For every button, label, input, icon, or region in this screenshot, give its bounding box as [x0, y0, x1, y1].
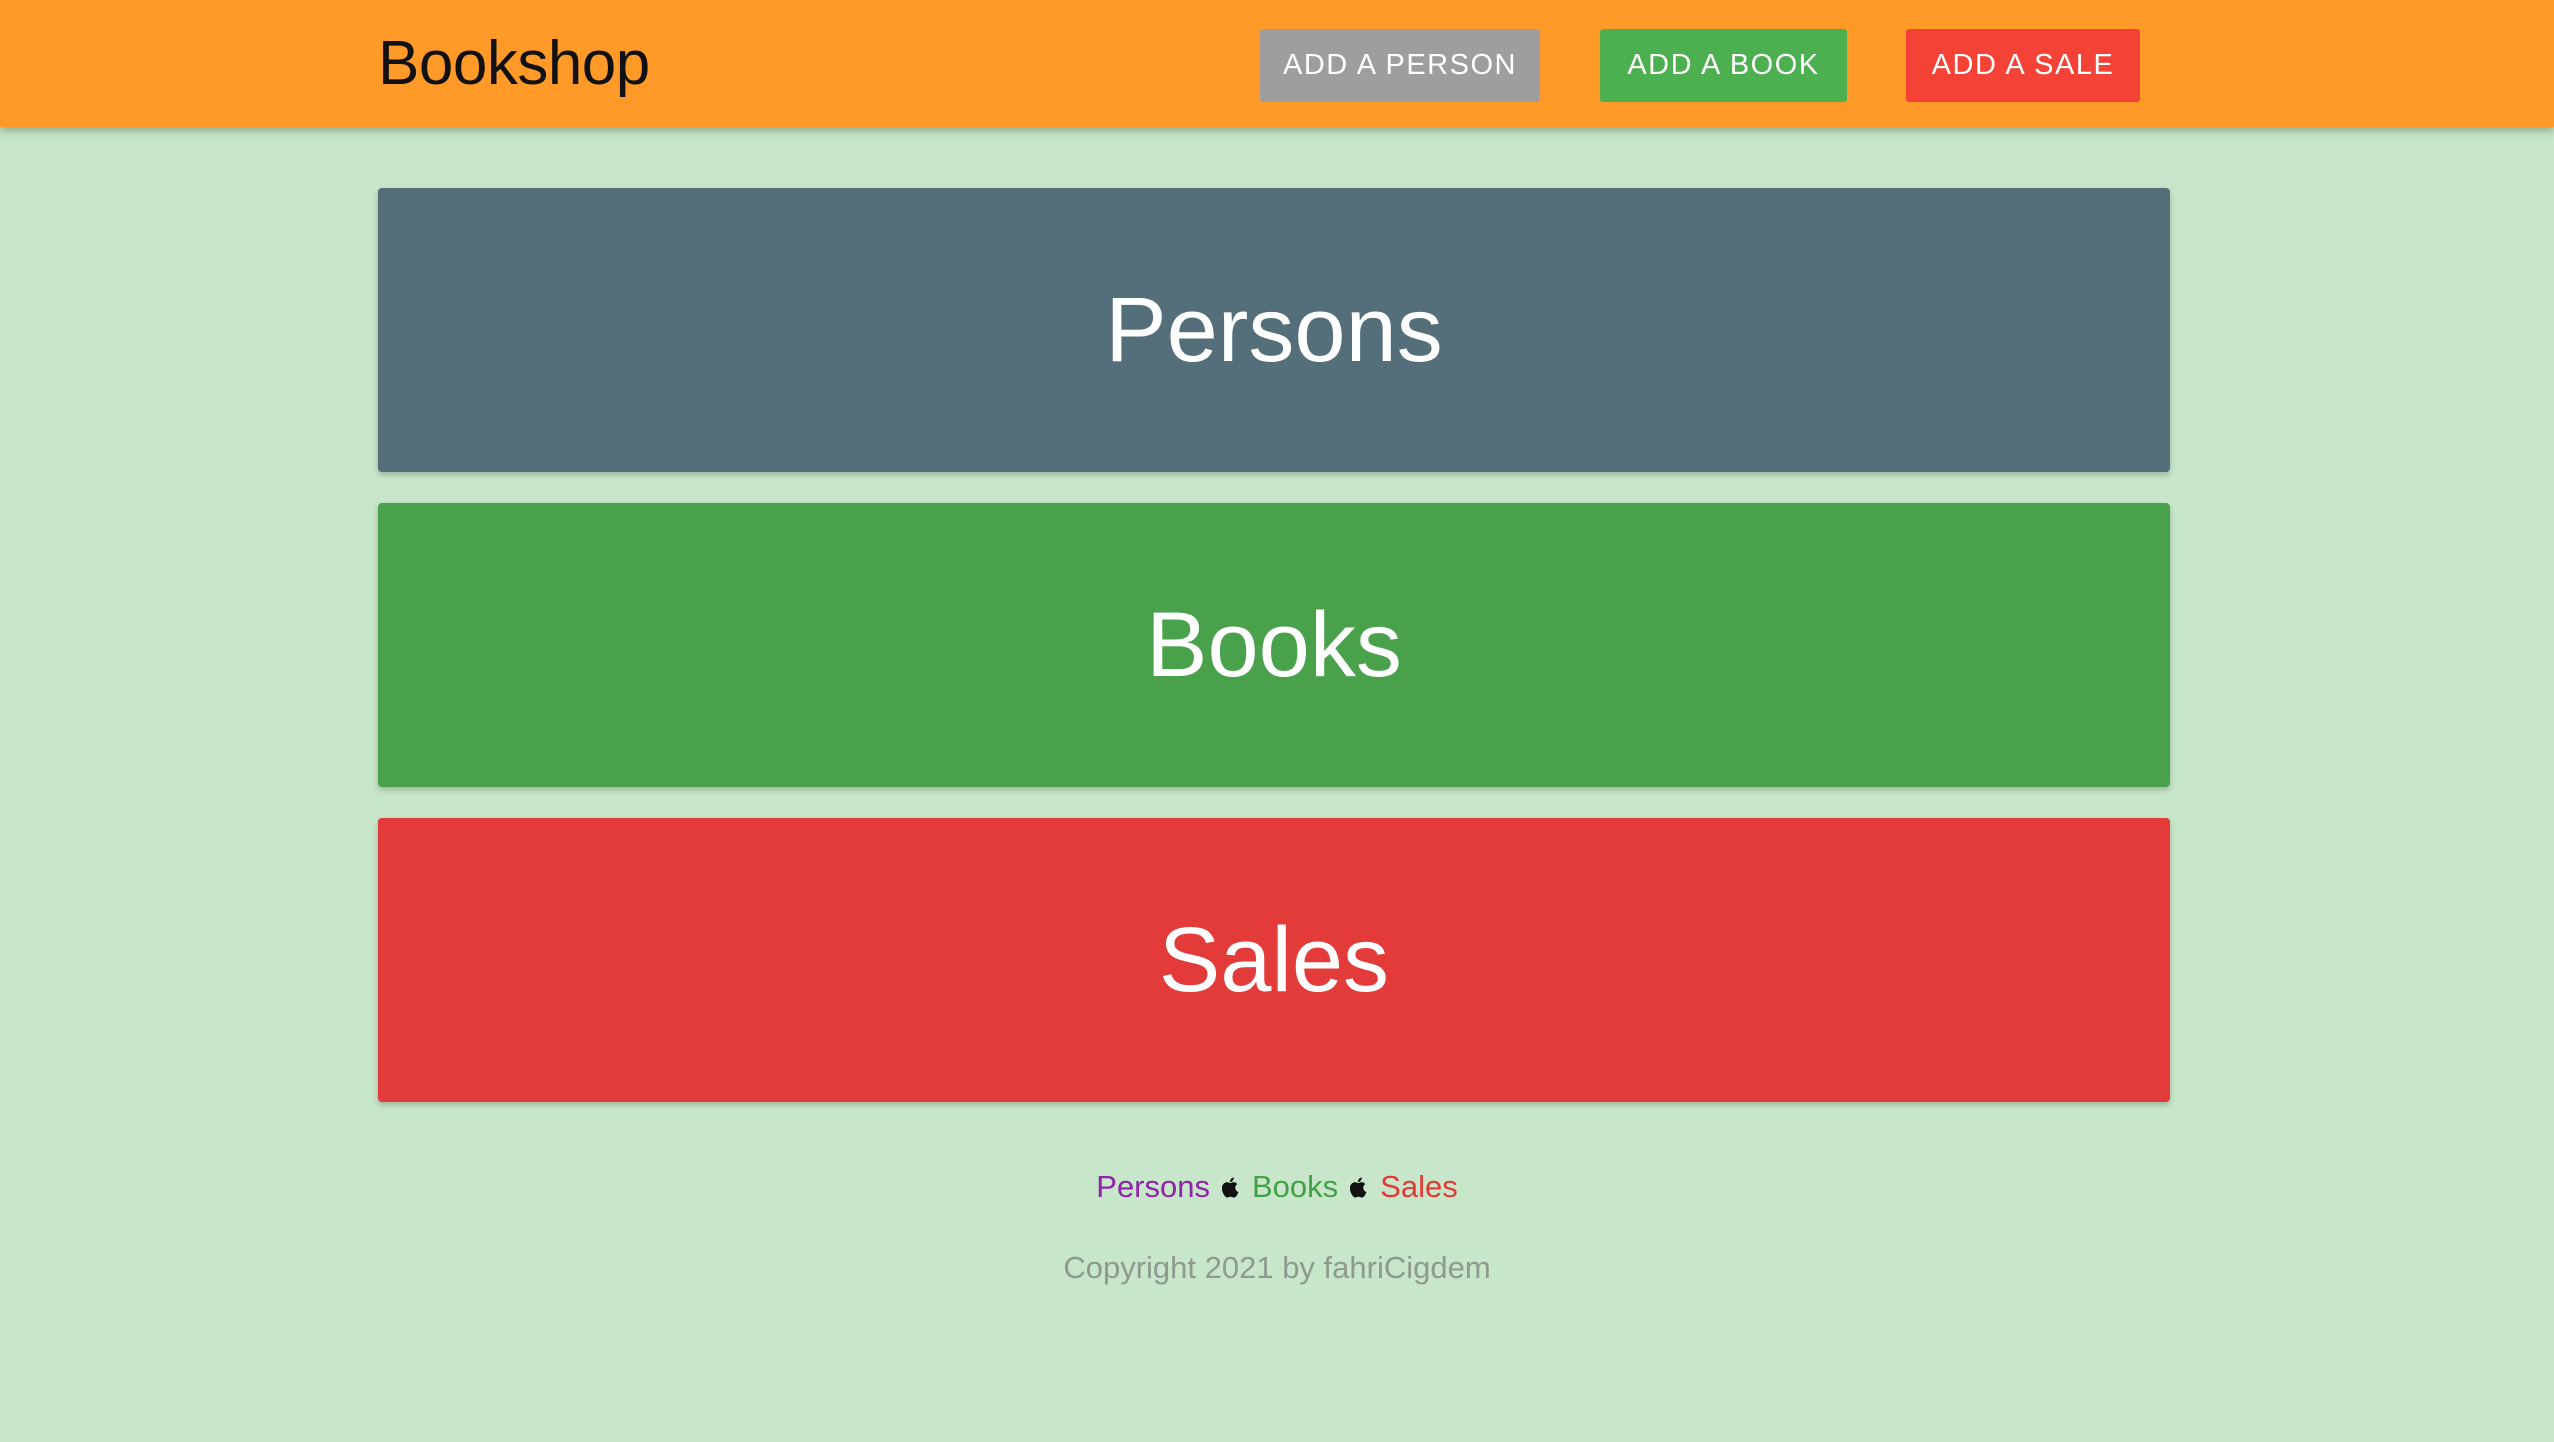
footer-nav: Persons Books Sales	[0, 1162, 2554, 1212]
books-card[interactable]: Books	[378, 503, 2170, 787]
books-card-label: Books	[1146, 594, 1402, 696]
footer-link-sales[interactable]: Sales	[1380, 1169, 1458, 1204]
add-book-button[interactable]: ADD A BOOK	[1600, 29, 1847, 102]
sales-card-label: Sales	[1158, 909, 1390, 1011]
footer-link-persons[interactable]: Persons	[1096, 1169, 1210, 1204]
footer-link-books[interactable]: Books	[1252, 1169, 1338, 1204]
brand-title[interactable]: Bookshop	[378, 0, 650, 127]
apple-icon	[1350, 1177, 1367, 1198]
apple-icon	[1221, 1177, 1239, 1198]
app-header: Bookshop ADD A PERSON ADD A BOOK ADD A S…	[0, 0, 2554, 127]
sales-card[interactable]: Sales	[378, 818, 2170, 1102]
add-person-button[interactable]: ADD A PERSON	[1260, 29, 1540, 102]
persons-card-label: Persons	[1105, 279, 1443, 381]
add-sale-button[interactable]: ADD A SALE	[1906, 29, 2140, 102]
persons-card[interactable]: Persons	[378, 188, 2170, 472]
copyright-text: Copyright 2021 by fahriCigdem	[1063, 1250, 1491, 1285]
